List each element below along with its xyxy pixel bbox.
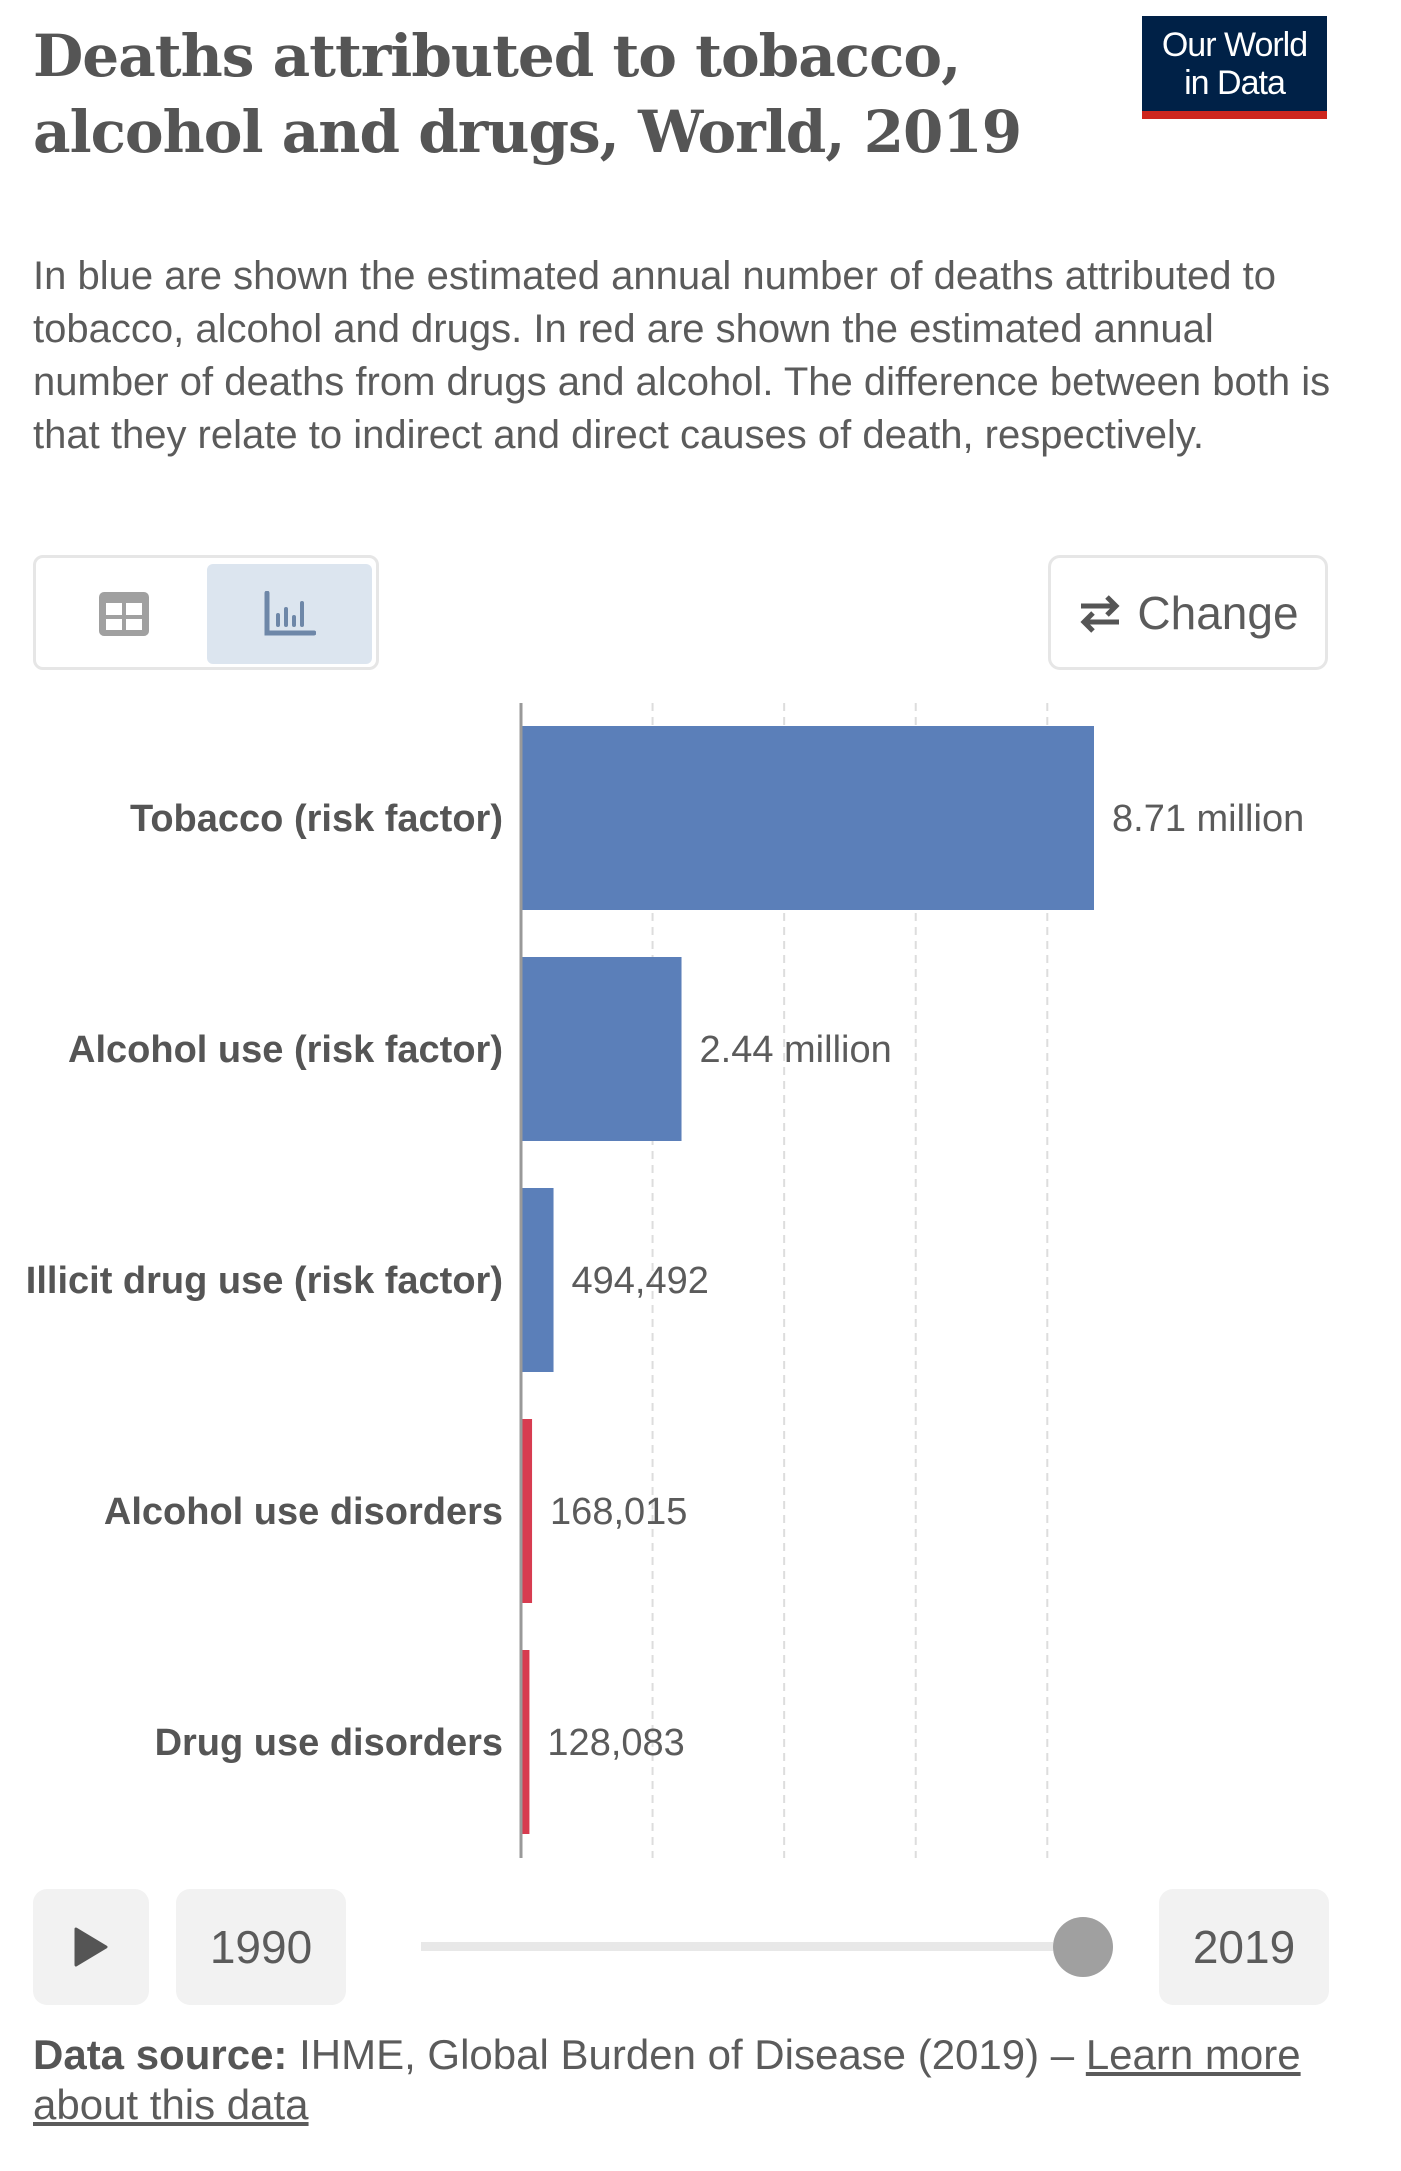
bar	[521, 1419, 533, 1603]
view-toggle	[33, 555, 379, 670]
start-year-button[interactable]: 1990	[176, 1889, 346, 2005]
table-icon	[99, 592, 149, 636]
source-text: IHME, Global Burden of Disease (2019) –	[299, 2031, 1086, 2078]
category-label: Illicit drug use (risk factor)	[26, 1260, 503, 1302]
category-label: Drug use disorders	[155, 1722, 503, 1764]
change-label: Change	[1137, 586, 1299, 639]
table-view-button[interactable]	[44, 564, 204, 664]
bar	[521, 726, 1094, 910]
source-label: Data source:	[33, 2031, 288, 2078]
category-label: Tobacco (risk factor)	[130, 798, 503, 840]
chart-view-button[interactable]	[207, 564, 372, 664]
chart-title: Deaths attributed to tobacco, alcohol an…	[33, 22, 1022, 166]
owid-logo[interactable]: Our World in Data	[1142, 16, 1327, 119]
value-label: 8.71 million	[1112, 798, 1304, 840]
category-label: Alcohol use (risk factor)	[68, 1029, 503, 1071]
change-entity-button[interactable]: Change	[1048, 555, 1328, 670]
value-label: 128,083	[547, 1722, 684, 1764]
value-label: 494,492	[572, 1260, 709, 1302]
end-year-button[interactable]: 2019	[1159, 1889, 1329, 2005]
value-label: 2.44 million	[700, 1029, 892, 1071]
bar-chart-icon	[264, 591, 316, 636]
swap-arrows-icon	[1080, 594, 1120, 633]
bar	[521, 1650, 530, 1834]
timeline-track[interactable]	[421, 1942, 1053, 1951]
category-label: Alcohol use disorders	[104, 1491, 503, 1533]
play-button[interactable]	[33, 1889, 149, 2005]
data-source: Data source: IHME, Global Burden of Dise…	[33, 2030, 1373, 2130]
play-icon	[74, 1927, 108, 1967]
bar	[521, 957, 682, 1141]
timeline-thumb[interactable]	[1053, 1917, 1113, 1977]
logo-line1: Our World	[1161, 26, 1308, 64]
logo-line2: in Data	[1184, 64, 1286, 102]
chart-subtitle: In blue are shown the estimated annual n…	[33, 254, 1331, 457]
bar	[521, 1188, 554, 1372]
value-label: 168,015	[550, 1491, 687, 1533]
